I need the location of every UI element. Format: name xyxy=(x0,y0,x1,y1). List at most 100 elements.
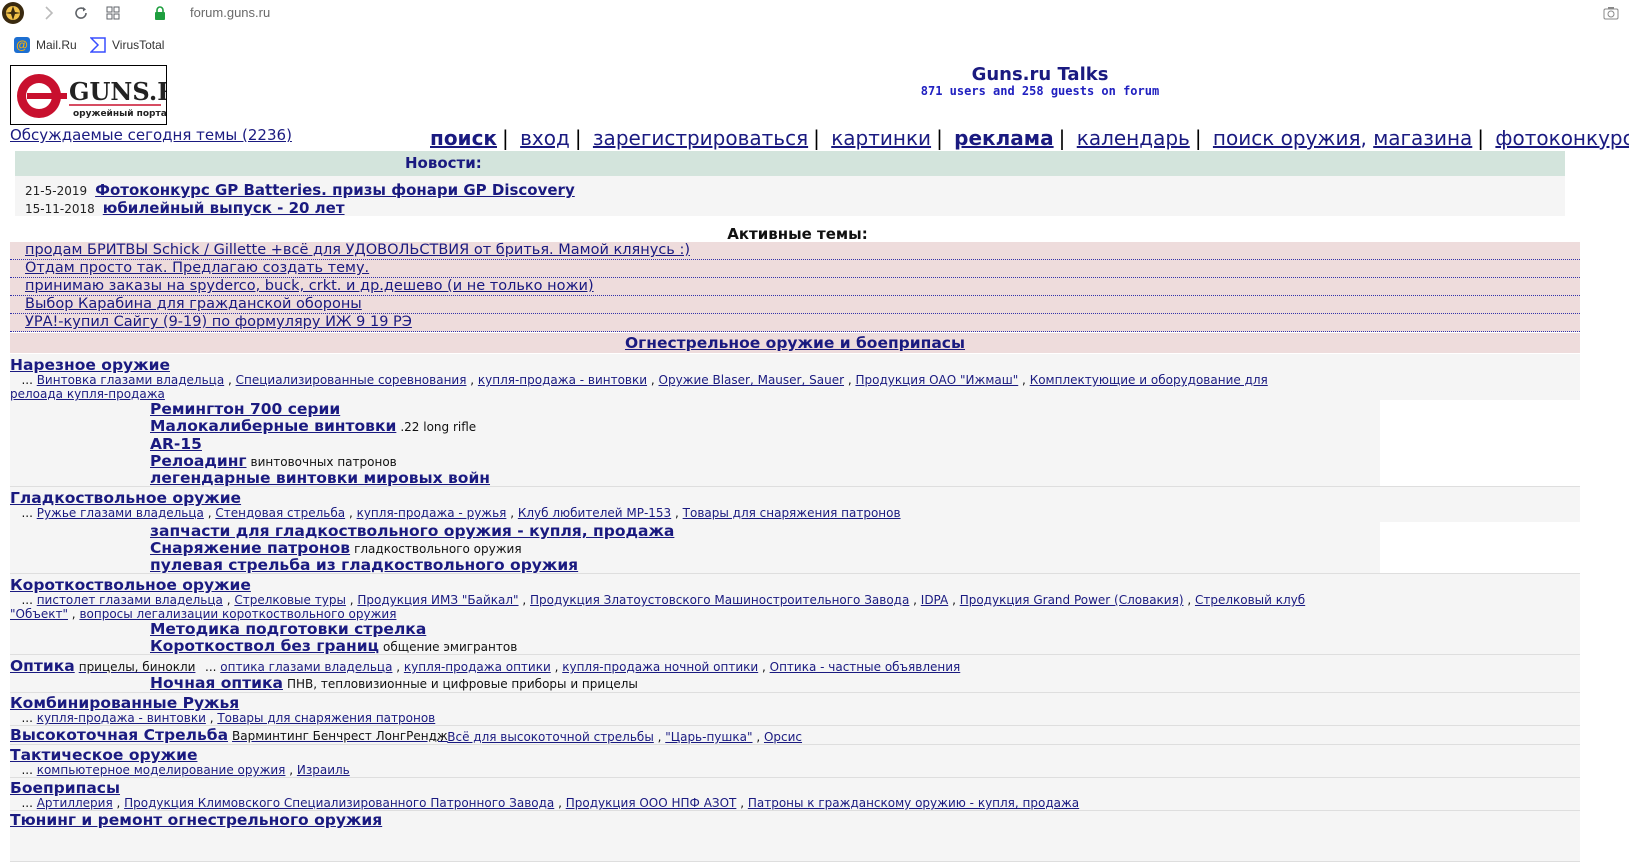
subforum-desc: ПНВ, тепловизионные и цифровые приборы и… xyxy=(286,677,638,691)
section-title-link[interactable]: Нарезное оружие xyxy=(10,356,170,374)
news-link[interactable]: юбилейный выпуск - 20 лет xyxy=(103,199,345,217)
forum-section: Боеприпасы ... Артиллерия , Продукция Кл… xyxy=(10,778,1580,811)
subforum-link[interactable]: купля-продажа - винтовки xyxy=(478,373,647,387)
active-topic-row: принимаю заказы на spyderco, buck, crkt.… xyxy=(10,278,1580,296)
site-logo[interactable]: GUNS.RU оружейный портал xyxy=(10,65,198,125)
section-title-link[interactable]: Комбинированные Ружья xyxy=(10,694,239,712)
subforum-link[interactable]: Оружие Blaser, Mauser, Sauer xyxy=(659,373,845,387)
section-title-link[interactable]: Оптика xyxy=(10,657,75,675)
subforum-name[interactable]: пулевая стрельба из гладкоствольного ору… xyxy=(150,556,578,574)
subforum-link[interactable]: Артиллерия xyxy=(37,796,113,810)
subforum-links: ... Ружье глазами владельца , Стендовая … xyxy=(10,506,901,520)
subforum-link[interactable]: купля-продажа - винтовки xyxy=(37,711,206,725)
active-topic-link[interactable]: Отдам просто так. Предлагаю создать тему… xyxy=(25,260,369,276)
address-bar[interactable]: forum.guns.ru xyxy=(190,5,270,20)
subforum-name[interactable]: Методика подготовки стрелка xyxy=(150,620,426,638)
top-nav: поиск | вход | зарегистрироваться | картинк… xyxy=(430,126,1629,150)
today-topics-link[interactable]: Обсуждаемые сегодня темы (2236) xyxy=(10,126,292,144)
subforum-name[interactable]: легендарные винтовки мировых войн xyxy=(150,469,490,487)
nav-weapon-search[interactable]: поиск оружия xyxy=(1213,126,1361,150)
camera-icon[interactable] xyxy=(1600,2,1622,24)
active-topic-link[interactable]: УРА!-купил Сайгу (9-19) по формуляру ИЖ … xyxy=(25,314,412,330)
active-topic-link[interactable]: Выбор Карабина для гражданской обороны xyxy=(25,296,362,312)
subforum-link[interactable]: вопросы легализации короткоствольного ор… xyxy=(79,607,396,621)
subforum-name[interactable]: Ремингтон 700 серии xyxy=(150,400,340,418)
subforum-link[interactable]: Всё для высокоточной стрельбы xyxy=(447,730,654,744)
section-title-link[interactable]: Тактическое оружие xyxy=(10,746,197,764)
subforum-links: ... компьютерное моделирование оружия , … xyxy=(10,763,350,777)
nav-register[interactable]: зарегистрироваться xyxy=(593,126,808,150)
subforum-link[interactable]: Продукция Климовского Специализированног… xyxy=(124,796,554,810)
subforum-link[interactable]: IDPA xyxy=(921,593,948,607)
subforum-link[interactable]: Продукция ИМЗ "Байкал" xyxy=(357,593,518,607)
subforum-link[interactable]: Продукция Златоустовского Машиностроител… xyxy=(530,593,909,607)
browser-profile-icon[interactable] xyxy=(0,2,26,24)
subforum-link[interactable]: Оптика - частные объявления xyxy=(770,660,961,674)
subforum-name[interactable]: запчасти для гладкоствольного оружия - к… xyxy=(150,522,674,540)
subforum-link[interactable]: Винтовка глазами владельца xyxy=(37,373,224,387)
category-link[interactable]: Огнестрельное оружие и боеприпасы xyxy=(625,334,965,352)
subforum-link[interactable]: Орсис xyxy=(764,730,802,744)
active-topic-link[interactable]: принимаю заказы на spyderco, buck, crkt.… xyxy=(25,278,594,294)
bookmark-virustotal[interactable]: VirusTotal xyxy=(89,34,164,56)
subforum-link[interactable]: Продукция ОАО "Ижмаш" xyxy=(855,373,1018,387)
subforum-item: Малокалиберные винтовки .22 long rifle xyxy=(150,417,476,435)
nav-ads[interactable]: реклама xyxy=(954,126,1053,150)
forward-icon[interactable] xyxy=(38,2,60,24)
reload-icon[interactable] xyxy=(70,2,92,24)
subforum-name[interactable]: Короткоствол без границ xyxy=(150,637,379,655)
subforum-link[interactable]: Патроны к гражданскому оружию - купля, п… xyxy=(748,796,1079,810)
bookmark-mailru[interactable]: @ Mail.Ru xyxy=(14,34,77,56)
subforum-link[interactable]: купля-продажа - ружья xyxy=(357,506,507,520)
section-title-link[interactable]: Высокоточная Стрельба xyxy=(10,726,228,744)
subforum-name[interactable]: Снаряжение патронов xyxy=(150,539,350,557)
section-title-link[interactable]: Гладкоствольное оружие xyxy=(10,489,241,507)
subforum-link[interactable]: Специализированные соревнования xyxy=(236,373,467,387)
mailru-icon: @ xyxy=(14,37,30,53)
apps-grid-icon[interactable] xyxy=(102,2,124,24)
subforum-link[interactable]: Товары для снаряжения патронов xyxy=(217,711,435,725)
section-title-item: Высокоточная Стрельба Варминтинг Бенчрест… xyxy=(10,726,448,744)
nav-login[interactable]: вход xyxy=(520,126,570,150)
section-title-link[interactable]: Тюнинг и ремонт огнестрельного оружия xyxy=(10,811,382,829)
news-list: 21-5-2019 Фотоконкурс GP Batteries. призы… xyxy=(15,176,1565,217)
subforum-link[interactable]: пистолет глазами владельца xyxy=(37,593,223,607)
bookmarks-bar: @ Mail.Ru VirusTotal xyxy=(0,34,1629,56)
subforum-item: легендарные винтовки мировых войн xyxy=(150,469,490,487)
section-title-link[interactable]: Короткоствольное оружие xyxy=(10,576,251,594)
subforum-name[interactable]: AR-15 xyxy=(150,435,202,453)
active-topic-row: Отдам просто так. Предлагаю создать тему… xyxy=(10,260,1580,278)
subforum-link[interactable]: купля-продажа оптики xyxy=(404,660,551,674)
subforum-link[interactable]: Товары для снаряжения патронов xyxy=(683,506,901,520)
subforum-link[interactable]: Продукция ООО НПФ АЗОТ xyxy=(566,796,737,810)
browser-chrome: forum.guns.ru @ Mail.Ru VirusTotal xyxy=(0,0,1629,63)
nav-photo-contests[interactable]: фотоконкурсы xyxy=(1495,126,1629,150)
nav-search[interactable]: поиск xyxy=(430,126,497,150)
forum-section: Тактическое оружие ... компьютерное моде… xyxy=(10,745,1580,778)
subforum-link[interactable]: Израиль xyxy=(297,763,350,777)
subforum-desc: .22 long rifle xyxy=(400,420,477,434)
subforum-link[interactable]: Стрелковые туры xyxy=(234,593,346,607)
nav-calendar[interactable]: календарь xyxy=(1077,126,1190,150)
subforum-link[interactable]: Стендовая стрельба xyxy=(215,506,345,520)
news-header: Новости: xyxy=(15,151,1565,176)
subforum-link[interactable]: Продукция Grand Power (Словакия) xyxy=(960,593,1184,607)
subforum-link[interactable]: компьютерное моделирование оружия xyxy=(37,763,286,777)
news-item: 15-11-2018 юбилейный выпуск - 20 лет xyxy=(25,199,345,217)
subforum-links: ... Артиллерия , Продукция Климовского С… xyxy=(10,796,1080,810)
section-title-link[interactable]: Боеприпасы xyxy=(10,779,120,797)
subforum-link[interactable]: "Царь-пушка" xyxy=(665,730,752,744)
section-title-item: Оптика прицелы, бинокли xyxy=(10,657,195,675)
subforum-link[interactable]: купля-продажа ночной оптики xyxy=(562,660,758,674)
nav-pictures[interactable]: картинки xyxy=(831,126,931,150)
subforum-link[interactable]: оптика глазами владельца xyxy=(220,660,392,674)
nav-shop[interactable]: магазина xyxy=(1373,126,1472,150)
active-topic-link[interactable]: продам БРИТВЫ Schick / Gillette +всё для… xyxy=(25,242,690,258)
subforum-name[interactable]: Малокалиберные винтовки xyxy=(150,417,396,435)
subforum-name[interactable]: Ночная оптика xyxy=(150,674,283,692)
subforum-link[interactable]: Ружье глазами владельца xyxy=(37,506,204,520)
news-link[interactable]: Фотоконкурс GP Batteries. призы фонари G… xyxy=(95,181,575,199)
subforum-name[interactable]: Релоадинг xyxy=(150,452,247,470)
lock-icon[interactable] xyxy=(150,2,170,24)
subforum-link[interactable]: Клуб любителей МР-153 xyxy=(518,506,671,520)
